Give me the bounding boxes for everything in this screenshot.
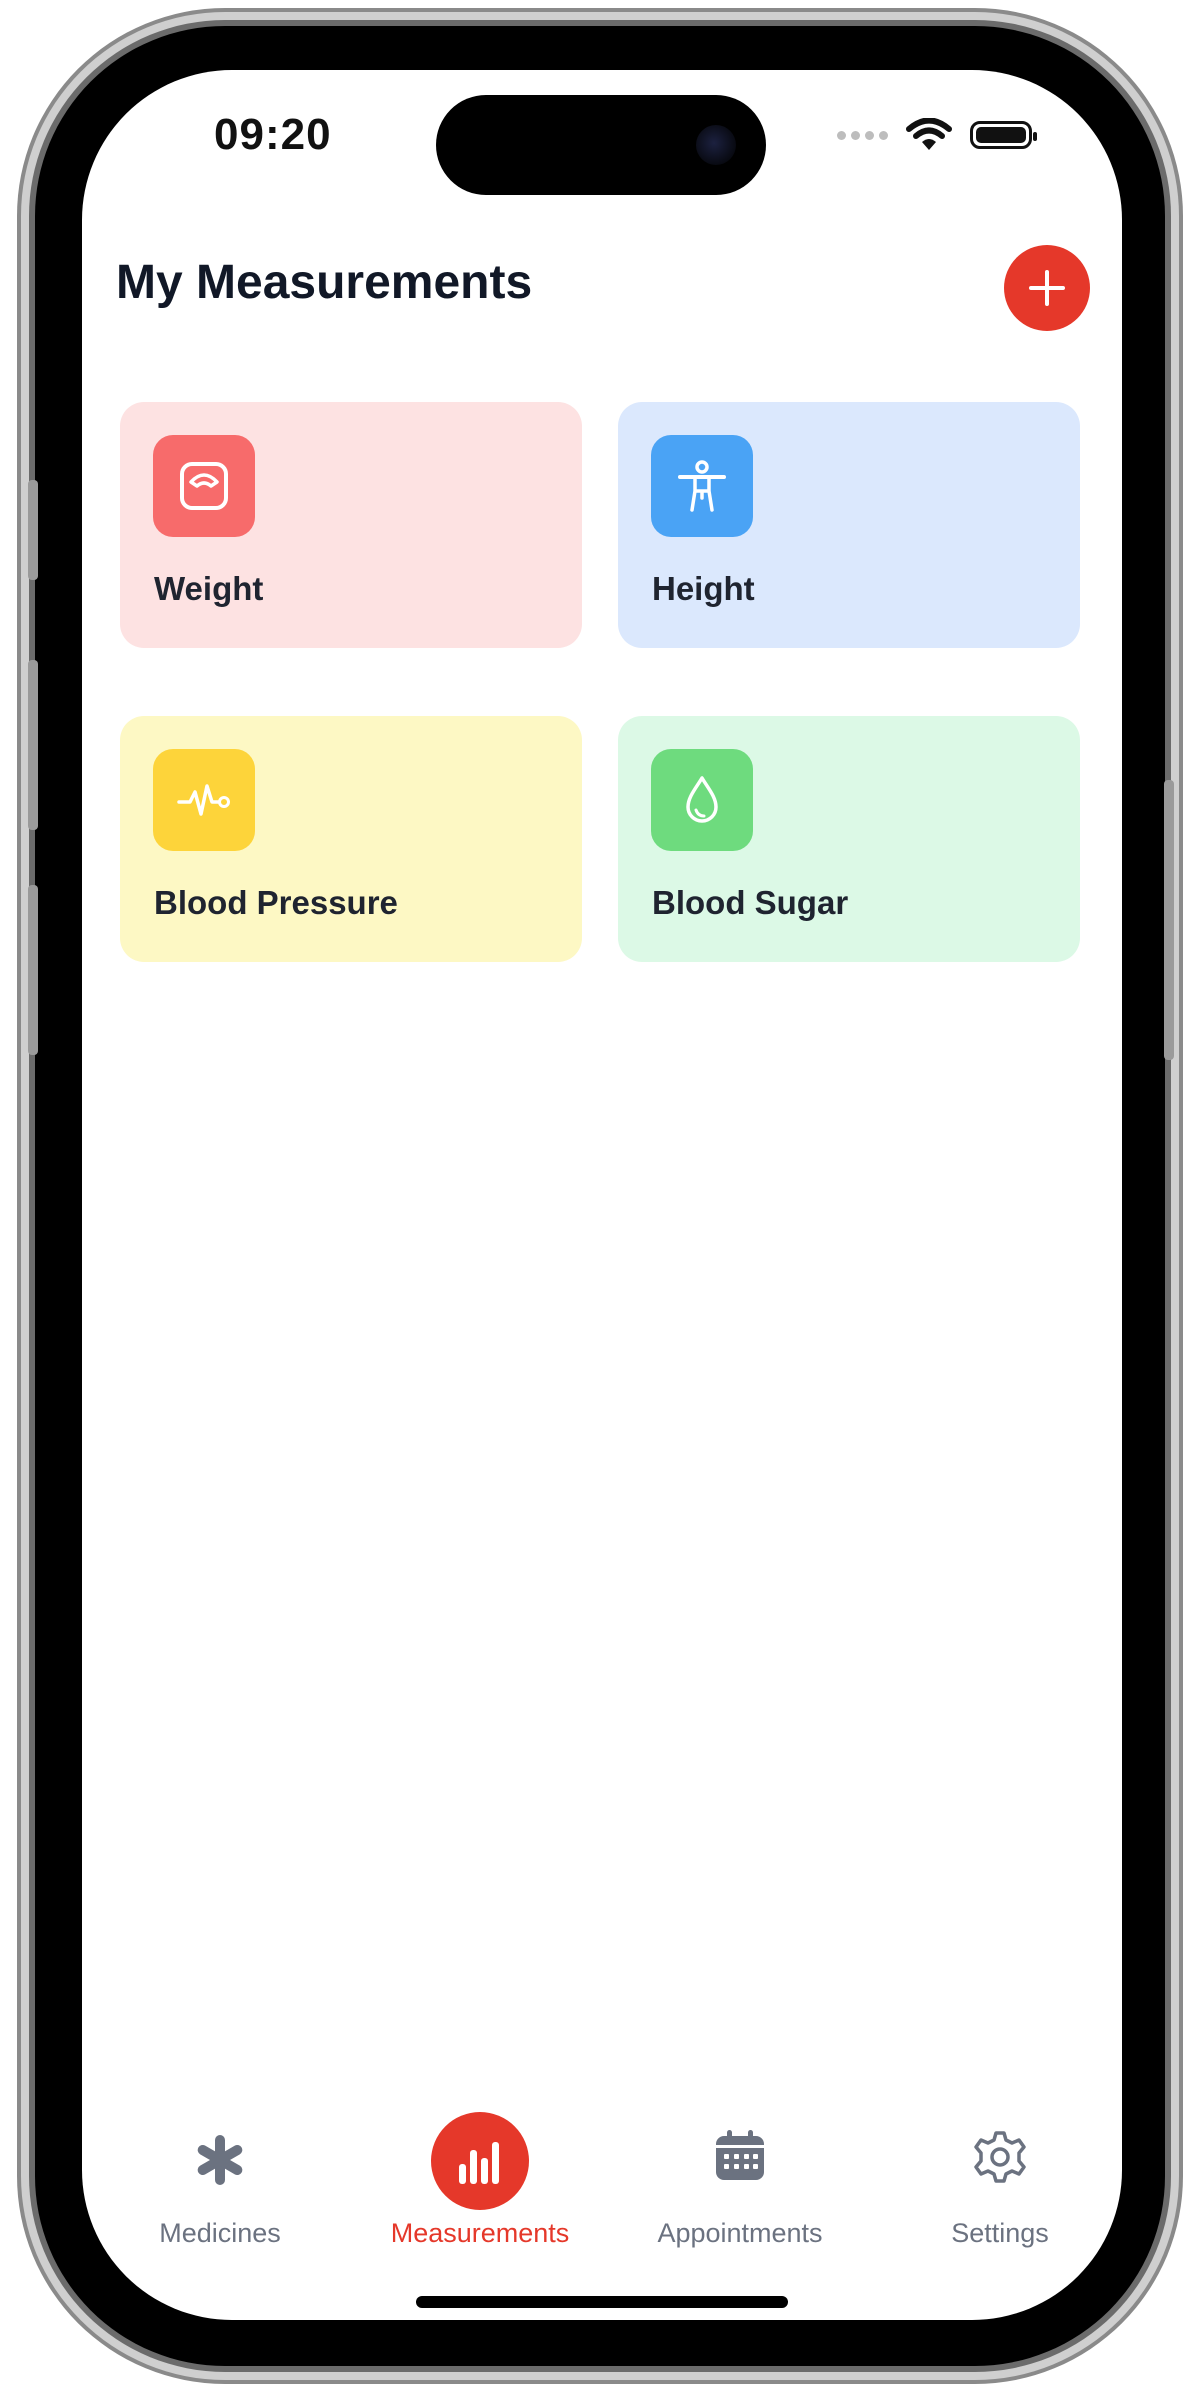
scale-icon — [180, 462, 228, 510]
page-title: My Measurements — [116, 256, 533, 309]
measurement-card-blood-pressure[interactable]: Blood Pressure — [120, 716, 582, 962]
active-tab-indicator — [431, 2112, 529, 2210]
card-label: Blood Pressure — [154, 884, 398, 921]
weight-tile — [153, 435, 255, 537]
height-tile — [651, 435, 753, 537]
blood-sugar-tile — [651, 749, 753, 851]
measurement-card-height[interactable]: Height — [618, 402, 1080, 648]
tab-label: Medicines — [159, 2218, 281, 2248]
droplet-icon — [686, 776, 718, 823]
measurement-card-blood-sugar[interactable]: Blood Sugar — [618, 716, 1080, 962]
action-button — [28, 480, 38, 580]
blood-pressure-tile — [153, 749, 255, 851]
heartbeat-icon — [177, 784, 230, 816]
front-camera — [696, 125, 736, 165]
card-label: Height — [652, 570, 755, 607]
card-label: Blood Sugar — [652, 884, 849, 921]
plus-icon — [1029, 270, 1065, 306]
measurement-card-weight[interactable]: Weight — [120, 402, 582, 648]
cellular-signal-icon — [837, 130, 888, 140]
asterisk-icon — [197, 2135, 243, 2185]
wifi-icon — [906, 118, 952, 150]
bar-chart-icon — [459, 2142, 499, 2184]
volume-up-button — [28, 660, 38, 830]
tab-measurements[interactable]: Measurements — [370, 2110, 590, 2260]
tab-appointments[interactable]: Appointments — [630, 2110, 850, 2260]
battery-icon — [970, 121, 1037, 149]
status-time: 09:20 — [214, 110, 332, 159]
tab-label: Settings — [951, 2218, 1049, 2248]
person-icon — [678, 460, 726, 512]
tab-settings[interactable]: Settings — [890, 2110, 1110, 2260]
tab-medicines[interactable]: Medicines — [110, 2110, 330, 2260]
app-screen: 09:20 My Measurements Weight Height Bloo… — [82, 70, 1122, 2320]
tab-label: Measurements — [390, 2218, 570, 2248]
calendar-icon — [716, 2130, 764, 2180]
gear-icon — [974, 2131, 1026, 2183]
add-measurement-button[interactable] — [1004, 245, 1090, 331]
power-button — [1164, 780, 1174, 1060]
volume-down-button — [28, 885, 38, 1055]
tab-label: Appointments — [657, 2218, 823, 2248]
status-icons — [837, 118, 1037, 152]
home-indicator — [416, 2296, 788, 2308]
dynamic-island — [436, 95, 766, 195]
tab-bar: Medicines Measurements Appointments Sett… — [82, 2110, 1122, 2270]
card-label: Weight — [154, 570, 264, 607]
